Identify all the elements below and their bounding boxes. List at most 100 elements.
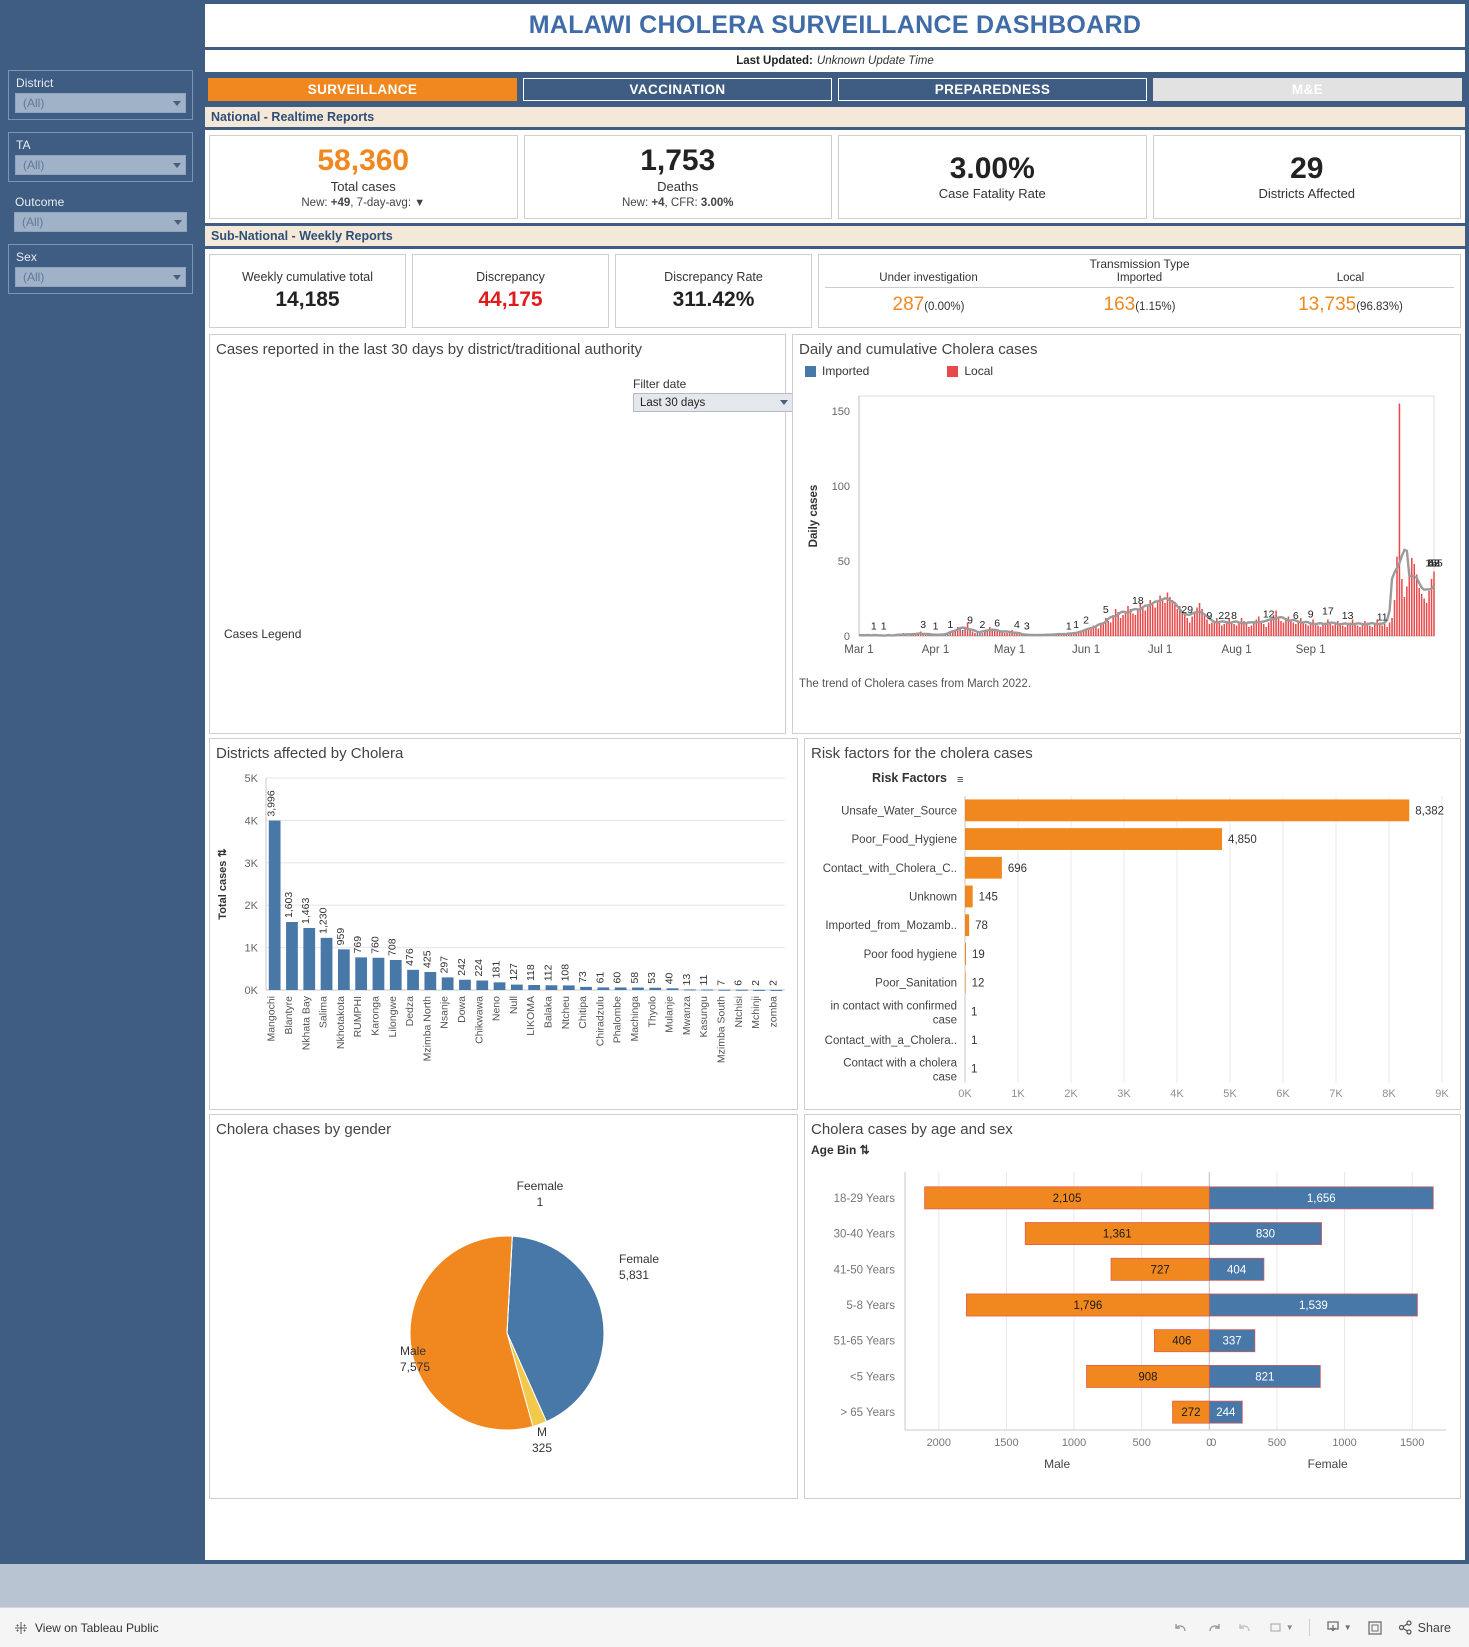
- undo-icon[interactable]: [1173, 1620, 1190, 1635]
- filter-outcome-dropdown[interactable]: (All): [14, 212, 187, 232]
- svg-text:Contact with a cholera: Contact with a cholera: [843, 1058, 957, 1070]
- svg-text:297: 297: [439, 956, 451, 974]
- svg-text:40: 40: [664, 972, 676, 984]
- svg-text:Apr 1: Apr 1: [922, 644, 950, 656]
- dashboard-main: MALAWI CHOLERA SURVEILLANCE DASHBOARD La…: [201, 0, 1469, 1564]
- tab-surveillance[interactable]: SURVEILLANCE: [208, 78, 517, 101]
- svg-text:9: 9: [1308, 609, 1314, 621]
- svg-text:1: 1: [971, 1006, 977, 1018]
- panel-daily-cumulative-cases: Daily and cumulative Cholera cases Impor…: [792, 334, 1461, 734]
- filter-outcome[interactable]: Outcome (All): [8, 194, 193, 232]
- svg-text:1,463: 1,463: [300, 898, 312, 924]
- footer-view-label[interactable]: View on Tableau Public: [35, 1621, 159, 1635]
- svg-text:500: 500: [1268, 1437, 1286, 1449]
- tab-preparedness[interactable]: PREPAREDNESS: [838, 78, 1147, 101]
- svg-text:708: 708: [387, 938, 399, 956]
- page-title: MALAWI CHOLERA SURVEILLANCE DASHBOARD: [528, 11, 1142, 39]
- svg-text:9K: 9K: [1435, 1088, 1449, 1100]
- kpi-deaths: 1,753 Deaths New: +4, CFR: 3.00%: [523, 135, 832, 219]
- svg-text:1500: 1500: [1400, 1437, 1424, 1449]
- kpi-avg-label: , 7-day-avg:: [350, 196, 415, 209]
- refresh-dropdown-icon[interactable]: ▼: [1269, 1621, 1294, 1635]
- transmission-pct-0: (0.00%): [924, 301, 965, 313]
- kpi-districts-value: 29: [1290, 151, 1324, 185]
- svg-text:769: 769: [352, 936, 364, 954]
- filter-district-dropdown[interactable]: (All): [15, 93, 186, 113]
- chevron-down-icon: [780, 400, 788, 405]
- filter-sex-dropdown[interactable]: (All): [15, 267, 186, 287]
- kpi-deaths-label: Deaths: [657, 178, 699, 194]
- svg-text:3K: 3K: [245, 858, 259, 870]
- legend-item-local[interactable]: Local: [947, 364, 993, 378]
- filter-ta-dropdown[interactable]: (All): [15, 155, 186, 175]
- svg-text:Unsafe_Water_Source: Unsafe_Water_Source: [841, 805, 957, 817]
- filter-date-control[interactable]: Filter date Last 30 days: [633, 377, 793, 412]
- svg-text:1: 1: [971, 1035, 977, 1047]
- svg-text:821: 821: [1255, 1371, 1274, 1383]
- svg-text:Male: Male: [400, 1344, 426, 1358]
- tab-me[interactable]: M&E: [1153, 78, 1462, 101]
- svg-text:1000: 1000: [1332, 1437, 1356, 1449]
- svg-text:1500: 1500: [994, 1437, 1018, 1449]
- svg-text:M: M: [537, 1425, 547, 1439]
- transmission-col-imported: Imported: [1116, 272, 1163, 284]
- svg-text:Imported_from_Mozamb..: Imported_from_Mozamb..: [825, 920, 957, 932]
- svg-text:4K: 4K: [245, 815, 259, 827]
- footer-right: ▼ ▼ Share: [1173, 1619, 1451, 1636]
- svg-text:272: 272: [1181, 1407, 1200, 1419]
- svg-text:Contact_with_a_Cholera..: Contact_with_a_Cholera..: [825, 1035, 957, 1047]
- section-national-header: National - Realtime Reports: [205, 104, 1465, 130]
- filter-district[interactable]: District (All): [8, 70, 193, 120]
- svg-text:Chikwawa: Chikwawa: [473, 996, 485, 1044]
- svg-text:5K: 5K: [1223, 1088, 1237, 1100]
- svg-text:Karonga: Karonga: [369, 996, 381, 1036]
- svg-text:5-8 Years: 5-8 Years: [846, 1300, 895, 1312]
- svg-text:1,603: 1,603: [283, 892, 295, 918]
- chevron-down-icon: [173, 162, 181, 168]
- svg-text:727: 727: [1151, 1264, 1170, 1276]
- kpi-new-value: +49: [330, 196, 351, 209]
- svg-text:244: 244: [1216, 1407, 1236, 1419]
- share-button[interactable]: Share: [1398, 1620, 1451, 1635]
- svg-text:61: 61: [594, 972, 606, 984]
- filter-ta-label: TA: [16, 138, 31, 152]
- row-gender-agesex: Cholera chases by gender Female 5,831 Male…: [205, 1112, 1465, 1501]
- download-icon[interactable]: ▼: [1325, 1620, 1352, 1635]
- kpi-total-cases-value: 58,360: [317, 144, 410, 178]
- svg-text:Feemale: Feemale: [517, 1179, 564, 1193]
- svg-text:Unknown: Unknown: [909, 891, 957, 903]
- chevron-down-icon: [173, 100, 181, 106]
- svg-text:1: 1: [881, 621, 887, 633]
- fullscreen-icon[interactable]: [1367, 1620, 1383, 1636]
- svg-text:7,575: 7,575: [400, 1360, 430, 1374]
- card-discrepancy-rate-value: 311.42%: [672, 288, 755, 311]
- revert-icon[interactable]: [1237, 1620, 1254, 1635]
- transmission-title: Transmission Type: [1089, 257, 1190, 271]
- svg-text:11: 11: [698, 974, 710, 985]
- filter-sex[interactable]: Sex (All): [8, 244, 193, 294]
- svg-text:≡: ≡: [957, 774, 963, 786]
- svg-text:1,796: 1,796: [1073, 1300, 1102, 1312]
- svg-text:1: 1: [537, 1195, 544, 1209]
- svg-text:> 65 Years: > 65 Years: [840, 1407, 895, 1419]
- footer-left[interactable]: View on Tableau Public: [14, 1621, 159, 1635]
- transmission-value-imported: 163(1.15%): [1034, 294, 1245, 316]
- tab-vaccination[interactable]: VACCINATION: [523, 78, 832, 101]
- risk-bar-svg: Risk Factors ≡ 8,382 Unsafe_Water_Source 4,8…: [823, 771, 1450, 1100]
- filter-outcome-label: Outcome: [15, 195, 65, 209]
- svg-text:6K: 6K: [1276, 1088, 1290, 1100]
- svg-text:1,230: 1,230: [318, 907, 330, 933]
- svg-text:181: 181: [491, 961, 503, 979]
- filter-date-dropdown[interactable]: Last 30 days: [633, 393, 793, 412]
- svg-text:7: 7: [715, 980, 727, 986]
- svg-text:1,656: 1,656: [1307, 1193, 1336, 1205]
- legend-item-imported[interactable]: Imported: [805, 364, 869, 378]
- national-kpi-row: 58,360 Total cases New: +49, 7-day-avg: …: [205, 130, 1465, 223]
- svg-text:43: 43: [1428, 558, 1440, 570]
- redo-icon[interactable]: [1205, 1620, 1222, 1635]
- svg-text:5K: 5K: [245, 773, 259, 785]
- filter-ta[interactable]: TA (All): [8, 132, 193, 182]
- panel-cases-by-age-sex: Cholera cases by age and sex Age Bin ⇅ 2,…: [804, 1114, 1461, 1499]
- svg-text:53: 53: [646, 972, 658, 984]
- svg-text:<5 Years: <5 Years: [850, 1371, 895, 1383]
